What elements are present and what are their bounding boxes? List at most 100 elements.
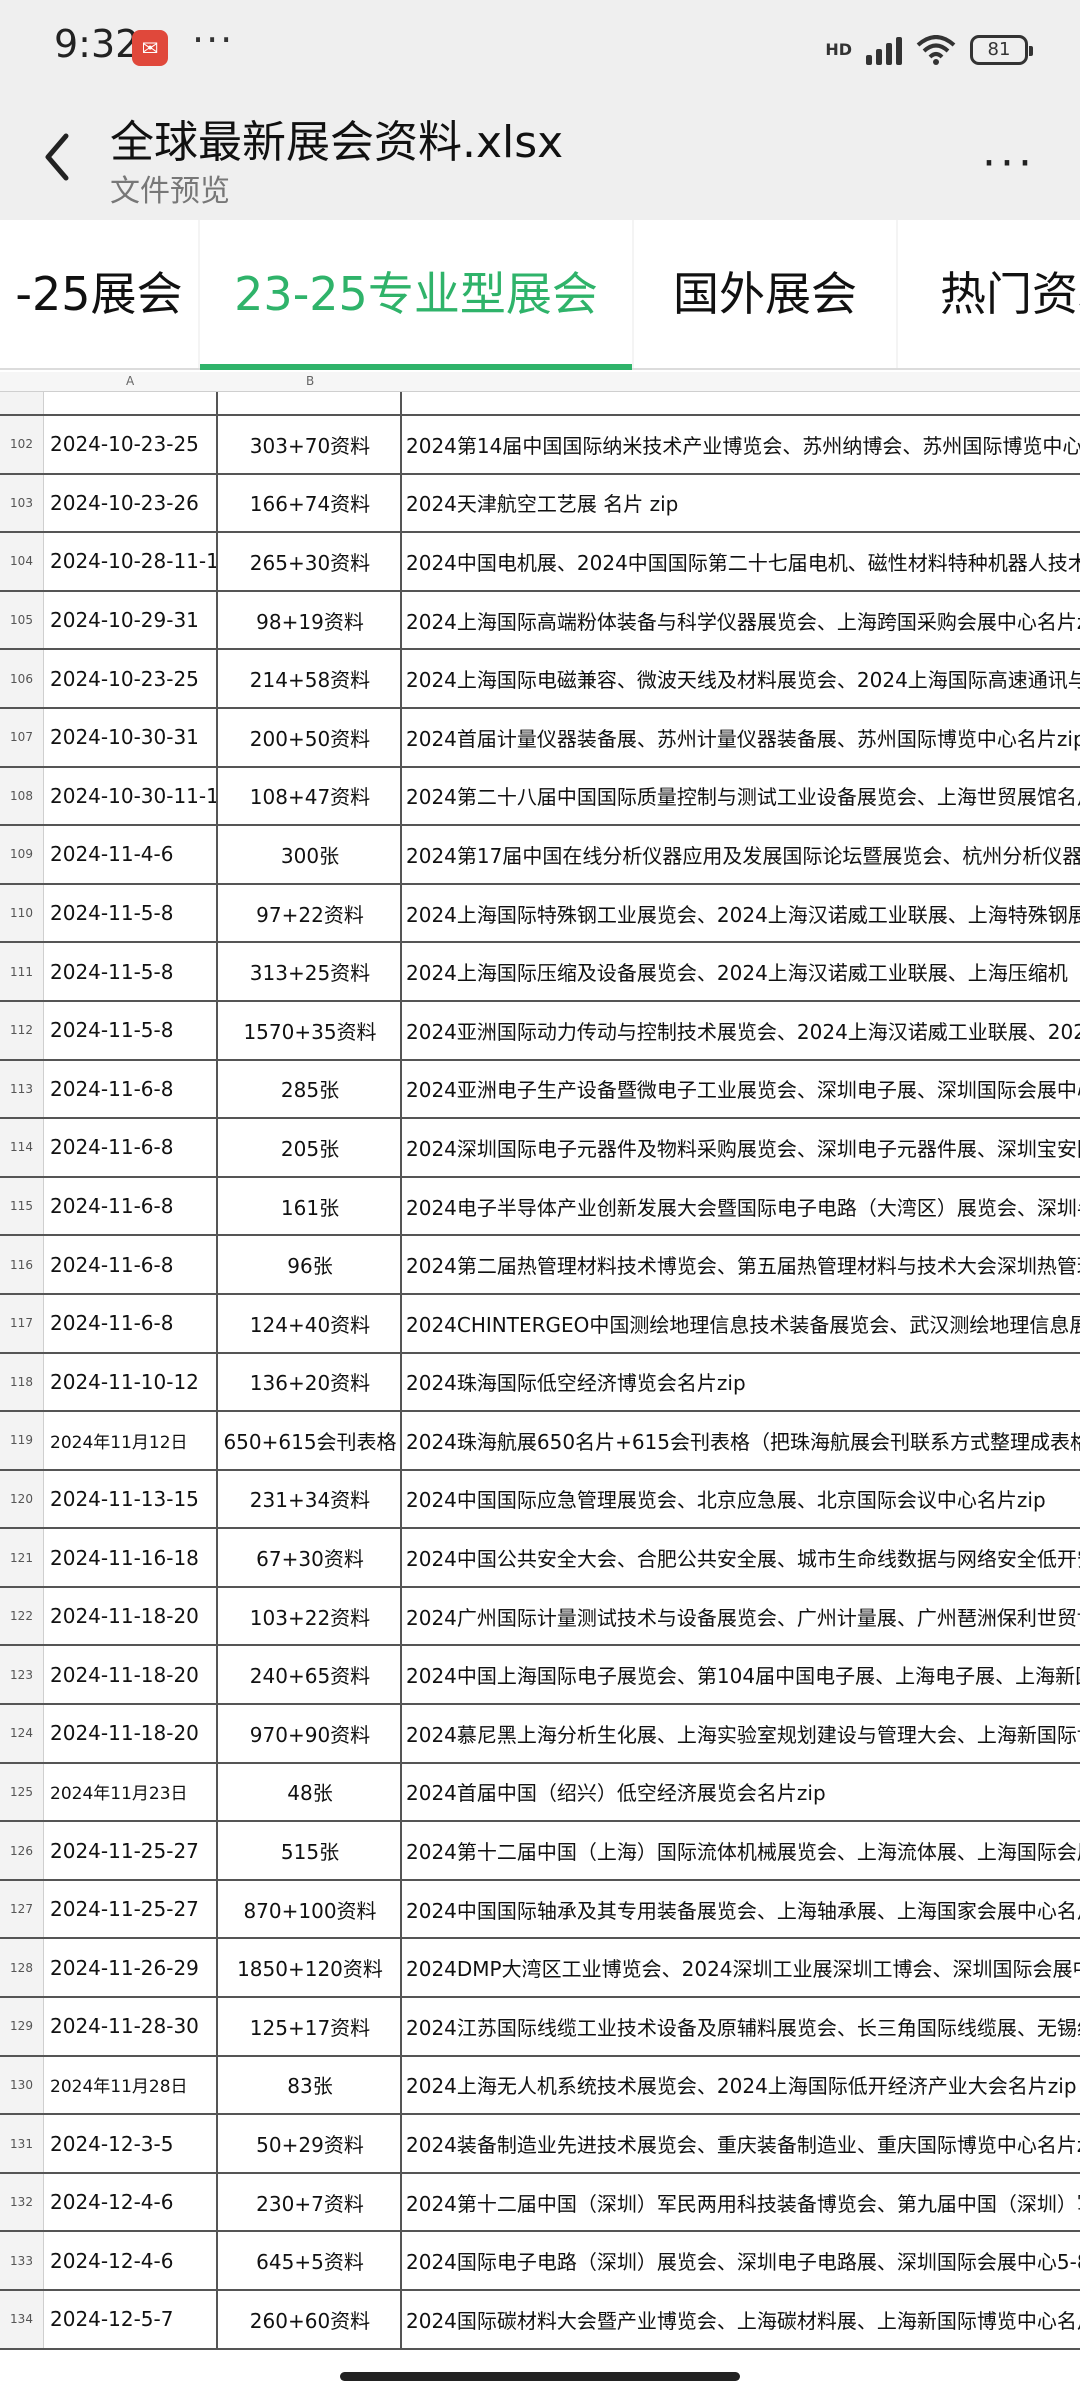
date-cell[interactable]: 2024-10-23-25 <box>46 650 218 707</box>
tab-professional-exhibitions[interactable]: 23-25专业型展会 <box>200 220 632 368</box>
date-cell[interactable]: 2024-12-4-6 <box>46 2173 218 2231</box>
table-row[interactable] <box>0 392 1080 416</box>
table-row[interactable]: 122 2024-11-18-20 103+22资料 2024广州国际计量测试技术与设… <box>0 1587 1080 1647</box>
date-cell[interactable]: 2024-11-26-29 <box>46 1939 218 1997</box>
quantity-cell[interactable]: 166+74资料 <box>220 474 402 532</box>
date-cell[interactable]: 2024-11-18-20 <box>46 1705 218 1762</box>
quantity-cell[interactable]: 313+25资料 <box>220 943 402 1000</box>
date-cell[interactable]: 2024-11-6-8 <box>46 1236 218 1293</box>
description-cell[interactable]: 2024中国上海国际电子展览会、第104届中国电子展、上海电子展、上海新国 <box>404 1646 1080 1703</box>
description-cell[interactable]: 2024首届计量仪器装备展、苏州计量仪器装备展、苏州国际博览中心名片zip <box>404 709 1080 766</box>
date-cell[interactable]: 2024-10-28-11-1 <box>46 533 218 590</box>
table-row[interactable]: 133 2024-12-4-6 645+5资料 2024国际电子电路（深圳）展览会、深… <box>0 2232 1080 2291</box>
quantity-cell[interactable]: 103+22资料 <box>220 1587 402 1645</box>
date-cell[interactable]: 2024-11-16-18 <box>46 1529 218 1586</box>
date-cell[interactable]: 2024-10-23-25 <box>46 416 218 473</box>
table-row[interactable]: 121 2024-11-16-18 67+30资料 2024中国公共安全大会、合肥公共… <box>0 1529 1080 1588</box>
description-cell[interactable]: 2024第17届中国在线分析仪器应用及发展国际论坛暨展览会、杭州分析仪器展 <box>404 826 1080 883</box>
table-row[interactable]: 134 2024-12-5-7 260+60资料 2024国际碳材料大会暨产业博览会、… <box>0 2291 1080 2350</box>
date-cell[interactable]: 2024年11月23日 <box>46 1763 218 1821</box>
description-cell[interactable]: 2024国际电子电路（深圳）展览会、深圳电子电路展、深圳国际会展中心5-8 <box>404 2232 1080 2289</box>
quantity-cell[interactable]: 124+40资料 <box>220 1294 402 1352</box>
table-row[interactable]: 130 2024年11月28日 83张 2024上海无人机系统技术展览会、2024上海… <box>0 2056 1080 2116</box>
quantity-cell[interactable]: 970+90资料 <box>220 1705 402 1762</box>
description-cell[interactable]: 2024电子半导体产业创新发展大会暨国际电子电路（大湾区）展览会、深圳半 <box>404 1178 1080 1235</box>
description-cell[interactable]: 2024上海国际高端粉体装备与科学仪器展览会、上海跨国采购会展中心名片z <box>404 592 1080 649</box>
quantity-cell[interactable]: 83张 <box>220 2056 402 2114</box>
description-cell[interactable]: 2024亚洲电子生产设备暨微电子工业展览会、深圳电子展、深圳国际会展中心 <box>404 1061 1080 1118</box>
date-cell[interactable]: 2024-11-13-15 <box>46 1470 218 1528</box>
table-row[interactable]: 110 2024-11-5-8 97+22资料 2024上海国际特殊钢工业展览会、20… <box>0 884 1080 944</box>
table-row[interactable]: 103 2024-10-23-26 166+74资料 2024天津航空工艺展 名片 z… <box>0 474 1080 534</box>
description-cell[interactable]: 2024深圳国际电子元器件及物料采购展览会、深圳电子元器件展、深圳宝安国 <box>404 1119 1080 1176</box>
table-row[interactable]: 131 2024-12-3-5 50+29资料 2024装备制造业先进技术展览会、重庆… <box>0 2115 1080 2174</box>
description-cell[interactable]: 2024珠海国际低空经济博览会名片zip <box>404 1354 1080 1411</box>
quantity-cell[interactable]: 230+7资料 <box>220 2173 402 2231</box>
description-cell[interactable]: 2024第十二届中国（深圳）军民两用科技装备博览会、第九届中国（深圳）军 <box>404 2174 1080 2231</box>
date-cell[interactable]: 2024-11-6-8 <box>46 1294 218 1352</box>
quantity-cell[interactable]: 870+100资料 <box>220 1880 402 1938</box>
date-cell[interactable]: 2024-10-30-31 <box>46 708 218 766</box>
table-row[interactable]: 125 2024年11月23日 48张 2024首届中国（绍兴）低空经济展览会名片zi… <box>0 1763 1080 1823</box>
date-cell[interactable]: 2024-12-5-7 <box>46 2291 218 2348</box>
table-row[interactable]: 113 2024-11-6-8 285张 2024亚洲电子生产设备暨微电子工业展览会、… <box>0 1060 1080 1120</box>
description-cell[interactable]: 2024亚洲国际动力传动与控制技术展览会、2024上海汉诺威工业联展、2024 <box>404 1002 1080 1059</box>
quantity-cell[interactable]: 98+19资料 <box>220 591 402 649</box>
description-cell[interactable]: 2024天津航空工艺展 名片 zip <box>404 475 1080 532</box>
description-cell[interactable]: 2024上海无人机系统技术展览会、2024上海国际低开经济产业大会名片zip <box>404 2057 1080 2114</box>
quantity-cell[interactable]: 97+22资料 <box>220 884 402 942</box>
table-row[interactable]: 108 2024-10-30-11-1 108+47资料 2024第二十八届中国国际质… <box>0 767 1080 827</box>
column-header-b[interactable]: B <box>306 374 314 388</box>
date-cell[interactable]: 2024-11-25-27 <box>46 1822 218 1879</box>
column-header-a[interactable]: A <box>126 374 134 388</box>
description-cell[interactable]: 2024国际碳材料大会暨产业博览会、上海碳材料展、上海新国际博览中心名片 <box>404 2291 1080 2348</box>
date-cell[interactable]: 2024-12-3-5 <box>46 2115 218 2172</box>
quantity-cell[interactable]: 205张 <box>220 1119 402 1176</box>
quantity-cell[interactable]: 265+30资料 <box>220 533 402 590</box>
quantity-cell[interactable]: 303+70资料 <box>220 416 402 473</box>
table-row[interactable]: 126 2024-11-25-27 515张 2024第十二届中国（上海）国际流体机械… <box>0 1822 1080 1881</box>
table-row[interactable]: 120 2024-11-13-15 231+34资料 2024中国国际应急管理展览会、… <box>0 1470 1080 1530</box>
quantity-cell[interactable]: 240+65资料 <box>220 1646 402 1704</box>
table-row[interactable]: 117 2024-11-6-8 124+40资料 2024CHINTERGEO中国测绘… <box>0 1294 1080 1354</box>
table-row[interactable]: 124 2024-11-18-20 970+90资料 2024慕尼黑上海分析生化展、上… <box>0 1705 1080 1764</box>
date-cell[interactable]: 2024-12-4-6 <box>46 2232 218 2289</box>
description-cell[interactable]: 2024中国国际应急管理展览会、北京应急展、北京国际会议中心名片zip <box>404 1471 1080 1528</box>
quantity-cell[interactable]: 214+58资料 <box>220 650 402 707</box>
description-cell[interactable]: 2024上海国际特殊钢工业展览会、2024上海汉诺威工业联展、上海特殊钢展 <box>404 885 1080 942</box>
table-row[interactable]: 123 2024-11-18-20 240+65资料 2024中国上海国际电子展览会、… <box>0 1646 1080 1706</box>
description-cell[interactable]: 2024江苏国际线缆工业技术设备及原辅料展览会、长三角国际线缆展、无锡线 <box>404 1998 1080 2055</box>
description-cell[interactable]: 2024中国国际轴承及其专用装备展览会、上海轴承展、上海国家会展中心名片 <box>404 1881 1080 1938</box>
description-cell[interactable]: 2024广州国际计量测试技术与设备展览会、广州计量展、广州琶洲保利世贸博 <box>404 1588 1080 1645</box>
table-row[interactable]: 118 2024-11-10-12 136+20资料 2024珠海国际低空经济博览会名… <box>0 1353 1080 1413</box>
date-cell[interactable]: 2024-11-6-8 <box>46 1060 218 1118</box>
date-cell[interactable]: 2024-11-28-30 <box>46 1998 218 2055</box>
table-row[interactable]: 116 2024-11-6-8 96张 2024第二届热管理材料技术博览会、第五届热管… <box>0 1236 1080 1295</box>
description-cell[interactable]: 2024上海国际电磁兼容、微波天线及材料展览会、2024上海国际高速通讯与 <box>404 650 1080 707</box>
description-cell[interactable]: 2024DMP大湾区工业博览会、2024深圳工业展深圳工博会、深圳国际会展中 <box>404 1939 1080 1996</box>
description-cell[interactable]: 2024慕尼黑上海分析生化展、上海实验室规划建设与管理大会、上海新国际博 <box>404 1705 1080 1762</box>
back-button[interactable] <box>28 120 88 190</box>
date-cell[interactable]: 2024-11-18-20 <box>46 1646 218 1704</box>
description-cell[interactable]: 2024珠海航展650名片+615会刊表格（把珠海航展会刊联系方式整理成表格形 <box>404 1412 1080 1469</box>
date-cell[interactable]: 2024-11-5-8 <box>46 1001 218 1059</box>
table-row[interactable]: 128 2024-11-26-29 1850+120资料 2024DMP大湾区工业博览… <box>0 1939 1080 1999</box>
date-cell[interactable]: 2024-11-5-8 <box>46 884 218 942</box>
quantity-cell[interactable]: 161张 <box>220 1177 402 1235</box>
date-cell[interactable]: 2024-11-5-8 <box>46 943 218 1000</box>
description-cell[interactable]: 2024第十二届中国（上海）国际流体机械展览会、上海流体展、上海国际会展 <box>404 1822 1080 1879</box>
table-row[interactable]: 112 2024-11-5-8 1570+35资料 2024亚洲国际动力传动与控制技术… <box>0 1001 1080 1061</box>
table-row[interactable]: 102 2024-10-23-25 303+70资料 2024第14届中国国际纳米技术… <box>0 416 1080 475</box>
description-cell[interactable]: 2024CHINTERGEO中国测绘地理信息技术装备展览会、武汉测绘地理信息展 <box>404 1295 1080 1352</box>
quantity-cell[interactable]: 108+47资料 <box>220 767 402 825</box>
description-cell[interactable]: 2024中国电机展、2024中国国际第二十七届电机、磁性材料特种机器人技术 <box>404 533 1080 590</box>
table-row[interactable]: 111 2024-11-5-8 313+25资料 2024上海国际压缩及设备展览会、2… <box>0 943 1080 1002</box>
quantity-cell[interactable]: 515张 <box>220 1822 402 1879</box>
table-row[interactable]: 106 2024-10-23-25 214+58资料 2024上海国际电磁兼容、微波天… <box>0 650 1080 709</box>
date-cell[interactable]: 2024-11-4-6 <box>46 826 218 883</box>
table-row[interactable]: 127 2024-11-25-27 870+100资料 2024中国国际轴承及其专用装… <box>0 1880 1080 1940</box>
tab-foreign-exhibitions[interactable]: 国外展会 <box>634 220 896 368</box>
date-cell[interactable]: 2024年11月28日 <box>46 2056 218 2114</box>
quantity-cell[interactable]: 260+60资料 <box>220 2291 402 2348</box>
table-row[interactable]: 119 2024年11月12日 650+615会刊表格 2024珠海航展650名片+6… <box>0 1412 1080 1471</box>
